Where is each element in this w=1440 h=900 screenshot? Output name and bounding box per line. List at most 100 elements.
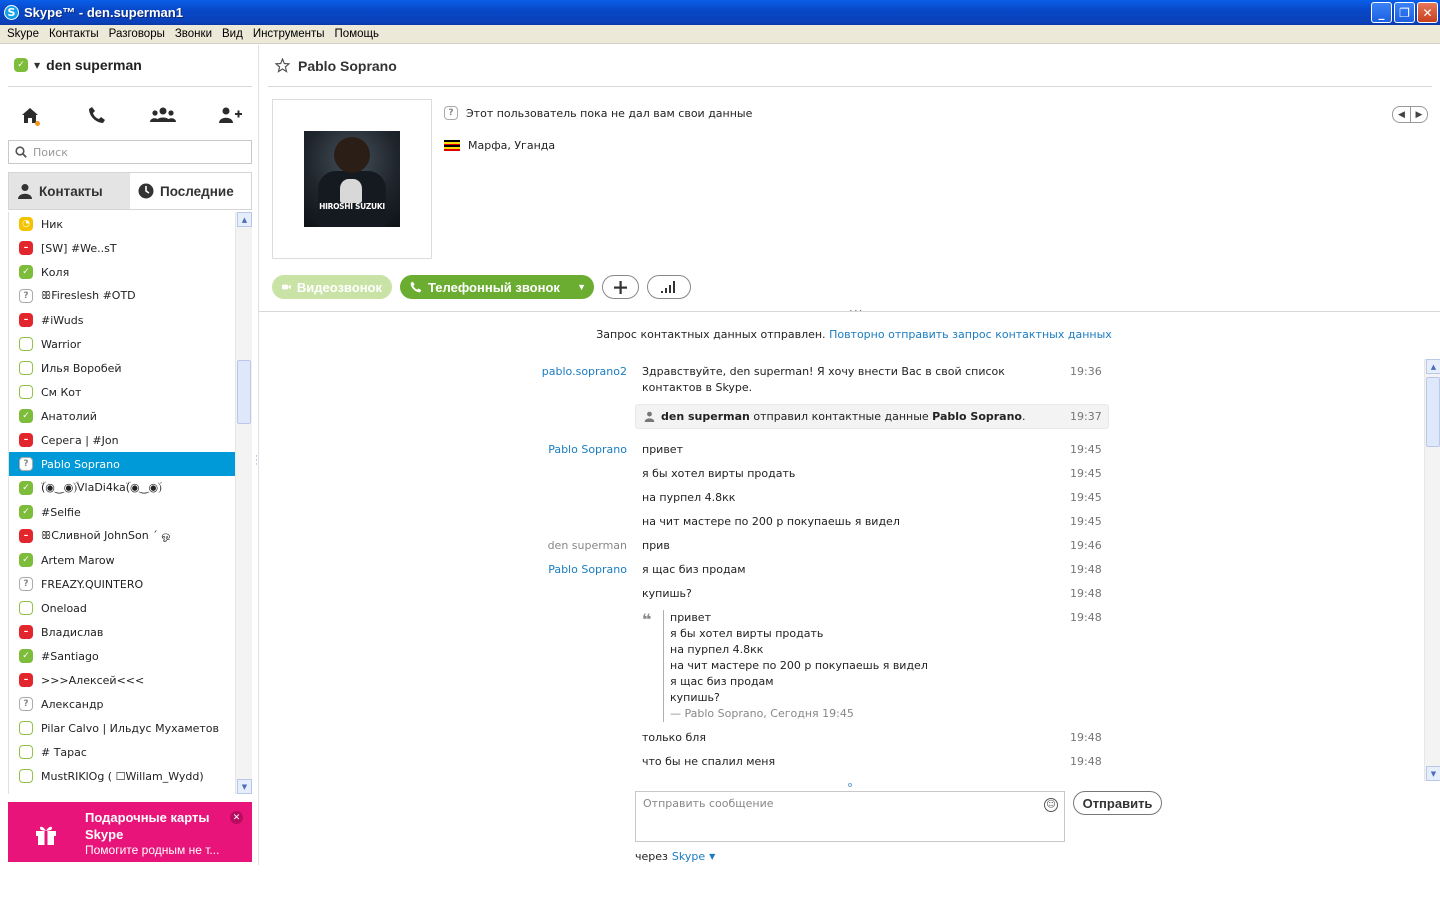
- scroll-thumb[interactable]: [1426, 377, 1440, 447]
- send-button[interactable]: Отправить: [1073, 791, 1162, 815]
- contact-name: Warrior: [41, 337, 82, 351]
- chevron-left-icon[interactable]: ◀: [1393, 107, 1410, 122]
- contact-item[interactable]: – >>>Алексей<<<: [9, 668, 235, 692]
- close-icon[interactable]: ✕: [230, 811, 243, 824]
- contact-item[interactable]: ? ꕥFireslesh #OTD: [9, 284, 235, 308]
- info-unknown-text: Этот пользователь пока не дал вам свои д…: [466, 106, 753, 120]
- compose-resize-handle[interactable]: [848, 783, 852, 787]
- contact-name: Илья Воробей: [41, 361, 122, 375]
- close-button[interactable]: ✕: [1417, 2, 1438, 23]
- message-sender[interactable]: Pablo Soprano: [529, 442, 627, 458]
- chevron-right-icon[interactable]: ▶: [1410, 107, 1427, 122]
- scroll-down-arrow[interactable]: ▼: [237, 779, 252, 794]
- minimize-button[interactable]: _: [1371, 2, 1392, 23]
- scroll-up-arrow[interactable]: ▲: [237, 212, 252, 227]
- menu-contacts[interactable]: Контакты: [44, 28, 104, 40]
- contact-item[interactable]: Warrior: [9, 332, 235, 356]
- contact-card-icon: [644, 411, 655, 422]
- contact-item[interactable]: – Серега | #Jon: [9, 428, 235, 452]
- contact-item[interactable]: ✓ Коля: [9, 260, 235, 284]
- contact-item[interactable]: ✓ #Selfie: [9, 500, 235, 524]
- signal-bars-icon: [661, 281, 675, 293]
- contact-item[interactable]: Илья Воробей: [9, 356, 235, 380]
- contact-item[interactable]: ✓ۜ(◉‿◉)ۜVlaDi4kaۜ(◉‿◉)ۜ: [9, 476, 235, 500]
- chat-scrollbar[interactable]: ▲ ▼: [1424, 359, 1440, 781]
- message-compose-box[interactable]: ☺: [635, 791, 1065, 842]
- contact-avatar[interactable]: HIROSHI SUZUKI: [304, 131, 400, 227]
- via-service-select[interactable]: Skype: [672, 850, 705, 863]
- tab-contacts[interactable]: Контакты: [9, 173, 130, 209]
- contact-item[interactable]: – #iWuds: [9, 308, 235, 332]
- contact-item[interactable]: MustRIKlOg ( ☐Willam_Wydd): [9, 764, 235, 788]
- chevron-down-icon[interactable]: ▼: [709, 852, 715, 861]
- message-sender[interactable]: Pablo Soprano: [529, 562, 627, 578]
- tab-contacts-label: Контакты: [39, 183, 103, 199]
- message-history: pablo.soprano2 Здравствуйте, den superman…: [529, 360, 1409, 783]
- contact-name: Oneload: [41, 601, 87, 615]
- video-camera-icon: [282, 284, 291, 290]
- tab-recent[interactable]: Последние: [130, 173, 251, 209]
- contact-name: #iWuds: [41, 313, 84, 327]
- contact-scrollbar[interactable]: ▲ ▼: [235, 212, 252, 794]
- menu-view[interactable]: Вид: [217, 28, 248, 40]
- message-time: 19:45: [1070, 467, 1102, 480]
- phone-call-label: Телефонный звонок: [428, 279, 560, 295]
- contact-item[interactable]: ✓ Анатолий: [9, 404, 235, 428]
- contact-item[interactable]: Pilar Calvo | Ильдус Мухаметов: [9, 716, 235, 740]
- contact-item[interactable]: ? FREAZY.QUINTERO: [9, 572, 235, 596]
- menu-skype[interactable]: Skype: [2, 28, 44, 40]
- video-call-button[interactable]: Видеозвонок: [272, 275, 392, 299]
- menu-calls[interactable]: Звонки: [170, 28, 217, 40]
- message-input[interactable]: [643, 797, 1033, 837]
- contact-item[interactable]: ? Pablo Soprano: [9, 452, 235, 476]
- contact-item[interactable]: ✓ Artem Marow: [9, 548, 235, 572]
- scroll-thumb[interactable]: [237, 359, 251, 424]
- avatar-caption: HIROSHI SUZUKI: [319, 202, 385, 211]
- busy-status-icon: –: [19, 625, 33, 639]
- offline-status-icon: [19, 601, 33, 615]
- message-sender[interactable]: pablo.soprano2: [529, 364, 627, 380]
- group-icon[interactable]: [149, 103, 177, 127]
- star-icon[interactable]: [275, 58, 290, 73]
- contact-item[interactable]: ◔ Ник: [9, 212, 235, 236]
- chevron-down-icon[interactable]: ▼: [34, 61, 40, 70]
- profile-header[interactable]: ✓ ▼ den superman: [14, 57, 142, 73]
- emoticon-icon[interactable]: ☺: [1044, 798, 1058, 812]
- contact-item[interactable]: – Владислав: [9, 620, 235, 644]
- contact-item[interactable]: – [SW] #We..sT: [9, 236, 235, 260]
- message-time: 19:37: [1070, 410, 1102, 423]
- gift-card-promo[interactable]: Подарочные карты Skype Помогите родным н…: [8, 802, 252, 862]
- profile-name[interactable]: den superman: [46, 57, 142, 73]
- system-message: den superman отправил контактные данные …: [635, 404, 1109, 429]
- chevron-down-icon[interactable]: ▼: [577, 282, 586, 292]
- home-icon[interactable]: [16, 103, 44, 127]
- add-contact-icon[interactable]: [216, 103, 244, 127]
- scroll-down-arrow[interactable]: ▼: [1426, 766, 1440, 781]
- message-text: привет: [642, 443, 683, 456]
- menu-tools[interactable]: Инструменты: [248, 28, 330, 40]
- search-input[interactable]: [33, 145, 233, 159]
- busy-status-icon: –: [19, 313, 33, 327]
- phone-icon[interactable]: [83, 103, 111, 127]
- message-text: что бы не спалил меня: [642, 755, 776, 768]
- nav-toolbar: [8, 103, 252, 127]
- call-quality-button[interactable]: [647, 275, 691, 299]
- contact-item[interactable]: – ꕥСливной JohnSon ´ ஓ: [9, 524, 235, 548]
- plus-icon: [614, 280, 627, 294]
- maximize-button[interactable]: ❐: [1394, 2, 1415, 23]
- scroll-up-arrow[interactable]: ▲: [1426, 359, 1440, 374]
- contact-item[interactable]: # Тарас: [9, 740, 235, 764]
- contact-item[interactable]: См Кот: [9, 380, 235, 404]
- search-box[interactable]: [8, 140, 252, 164]
- phone-call-button[interactable]: Телефонный звонок ▼: [400, 275, 594, 299]
- add-button[interactable]: [602, 275, 639, 299]
- contact-item[interactable]: ? Александр: [9, 692, 235, 716]
- resend-request-link[interactable]: Повторно отправить запрос контактных дан…: [829, 328, 1112, 341]
- menu-help[interactable]: Помощь: [330, 28, 384, 40]
- contact-item[interactable]: Oneload: [9, 596, 235, 620]
- online-status-icon[interactable]: ✓: [14, 58, 28, 72]
- contact-item[interactable]: ✓ #Santiago: [9, 644, 235, 668]
- system-to: Pablo Soprano: [932, 410, 1022, 423]
- message-sender[interactable]: den superman: [529, 538, 627, 554]
- menu-conversations[interactable]: Разговоры: [104, 28, 170, 40]
